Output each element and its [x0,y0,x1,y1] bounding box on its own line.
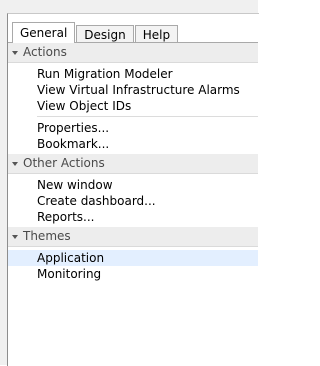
themes-group: Application Monitoring [8,247,258,284]
tab-bar: General Design Help [12,22,179,43]
action-view-object-ids[interactable]: View Object IDs [8,98,258,114]
tab-help[interactable]: Help [134,25,179,43]
section-header-themes[interactable]: Themes [8,227,258,247]
window-chrome-top [0,0,258,13]
action-new-window[interactable]: New window [8,177,258,193]
action-view-infrastructure-alarms[interactable]: View Virtual Infrastructure Alarms [8,82,258,98]
action-bookmark[interactable]: Bookmark... [8,136,258,152]
actions-group: Run Migration Modeler View Virtual Infra… [8,63,258,154]
triangle-down-icon [12,50,18,55]
section-header-other-actions[interactable]: Other Actions [8,154,258,174]
actions-panel: Actions Run Migration Modeler View Virtu… [8,43,258,284]
theme-application[interactable]: Application [8,250,258,266]
tab-general[interactable]: General [12,22,76,43]
section-header-actions[interactable]: Actions [8,43,258,63]
action-run-migration-modeler[interactable]: Run Migration Modeler [8,66,258,82]
tab-design[interactable]: Design [76,25,134,43]
divider [37,116,258,117]
theme-monitoring[interactable]: Monitoring [8,266,258,282]
section-title: Other Actions [23,156,105,170]
section-title: Themes [23,229,71,243]
section-title: Actions [23,45,67,59]
window-chrome-left [0,0,7,365]
action-reports[interactable]: Reports... [8,209,258,225]
action-create-dashboard[interactable]: Create dashboard... [8,193,258,209]
action-properties[interactable]: Properties... [8,120,258,136]
triangle-down-icon [12,234,18,239]
other-actions-group: New window Create dashboard... Reports..… [8,174,258,227]
triangle-down-icon [12,161,18,166]
